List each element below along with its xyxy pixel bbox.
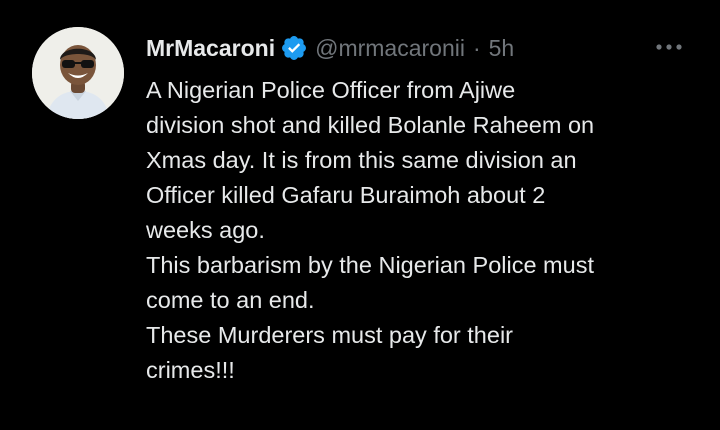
user-handle[interactable]: @mrmacaronii (315, 33, 465, 63)
tweet-text-line: Officer killed Gafaru Buraimoh about 2 (146, 182, 546, 208)
tweet-header: MrMacaroni @mrmacaronii · 5h (146, 33, 514, 63)
timestamp[interactable]: 5h (489, 33, 515, 63)
profile-photo-icon (32, 27, 124, 119)
tweet-text-line: division shot and killed Bolanle Raheem … (146, 112, 595, 138)
tweet-text: A Nigerian Police Officer from Ajiwe div… (146, 73, 691, 388)
tweet[interactable]: MrMacaroni @mrmacaronii · 5h A Nigerian … (0, 0, 720, 430)
tweet-text-line: This barbarism by the Nigerian Police mu… (146, 252, 594, 278)
tweet-text-line: come to an end. (146, 287, 315, 313)
display-name[interactable]: MrMacaroni (146, 33, 275, 63)
tweet-text-line: weeks ago. (146, 217, 265, 243)
separator-dot: · (472, 35, 481, 61)
avatar[interactable] (32, 27, 124, 119)
tweet-text-line: crimes!!! (146, 357, 235, 383)
tweet-text-line: Xmas day. It is from this same division … (146, 147, 577, 173)
tweet-text-line: These Murderers must pay for their (146, 322, 513, 348)
verified-badge-icon (280, 34, 308, 62)
more-options-icon[interactable] (652, 36, 686, 58)
tweet-text-line: A Nigerian Police Officer from Ajiwe (146, 77, 516, 103)
